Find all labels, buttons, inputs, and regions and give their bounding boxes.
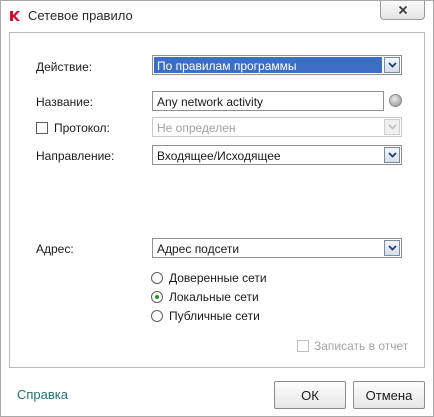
close-icon <box>398 5 407 15</box>
name-input[interactable]: Any network activity <box>152 91 384 111</box>
name-input-value: Any network activity <box>157 95 264 109</box>
protocol-checkbox[interactable] <box>36 122 48 134</box>
ok-button[interactable]: ОК <box>274 381 346 409</box>
radio-trusted-networks-label: Доверенные сети <box>169 271 267 285</box>
action-dropdown-button[interactable] <box>384 57 400 73</box>
protocol-select[interactable]: Не определен <box>152 117 402 137</box>
action-select-value: По правилам программы <box>157 59 297 73</box>
protocol-label: Протокол: <box>54 121 110 135</box>
address-select-value: Адрес подсети <box>157 242 240 256</box>
chevron-down-icon <box>387 62 397 68</box>
address-label: Адрес: <box>36 242 74 256</box>
action-select[interactable]: По правилам программы <box>152 55 402 75</box>
log-to-report-label: Записать в отчет <box>314 339 409 353</box>
close-button[interactable] <box>380 1 425 20</box>
settings-panel: Действие: По правилам программы Название… <box>9 32 425 368</box>
direction-select-value: Входящее/Исходящее <box>157 149 281 163</box>
protocol-dropdown-button[interactable] <box>384 119 400 135</box>
cancel-button[interactable]: Отмена <box>353 381 425 409</box>
name-label: Название: <box>36 95 93 109</box>
window-title: Сетевое правило <box>28 8 133 23</box>
title-bar: Сетевое правило <box>1 1 433 31</box>
chevron-down-icon <box>387 124 397 130</box>
action-label: Действие: <box>36 60 93 74</box>
dialog-window: Сетевое правило Действие: По правилам пр… <box>0 0 434 417</box>
info-icon[interactable] <box>389 94 402 107</box>
log-to-report-checkbox[interactable] <box>297 340 309 352</box>
help-link[interactable]: Справка <box>17 387 68 402</box>
direction-select[interactable]: Входящее/Исходящее <box>152 145 402 165</box>
kaspersky-logo-icon <box>10 11 20 21</box>
direction-label: Направление: <box>36 149 115 163</box>
radio-trusted-networks[interactable] <box>151 272 163 284</box>
radio-public-networks[interactable] <box>151 310 163 322</box>
address-select[interactable]: Адрес подсети <box>152 238 402 258</box>
radio-local-networks-label: Локальные сети <box>169 290 259 304</box>
address-dropdown-button[interactable] <box>384 240 400 256</box>
radio-local-networks[interactable] <box>151 291 163 303</box>
protocol-select-value: Не определен <box>157 121 236 135</box>
radio-public-networks-label: Публичные сети <box>169 309 260 323</box>
chevron-down-icon <box>387 245 397 251</box>
chevron-down-icon <box>387 152 397 158</box>
direction-dropdown-button[interactable] <box>384 147 400 163</box>
